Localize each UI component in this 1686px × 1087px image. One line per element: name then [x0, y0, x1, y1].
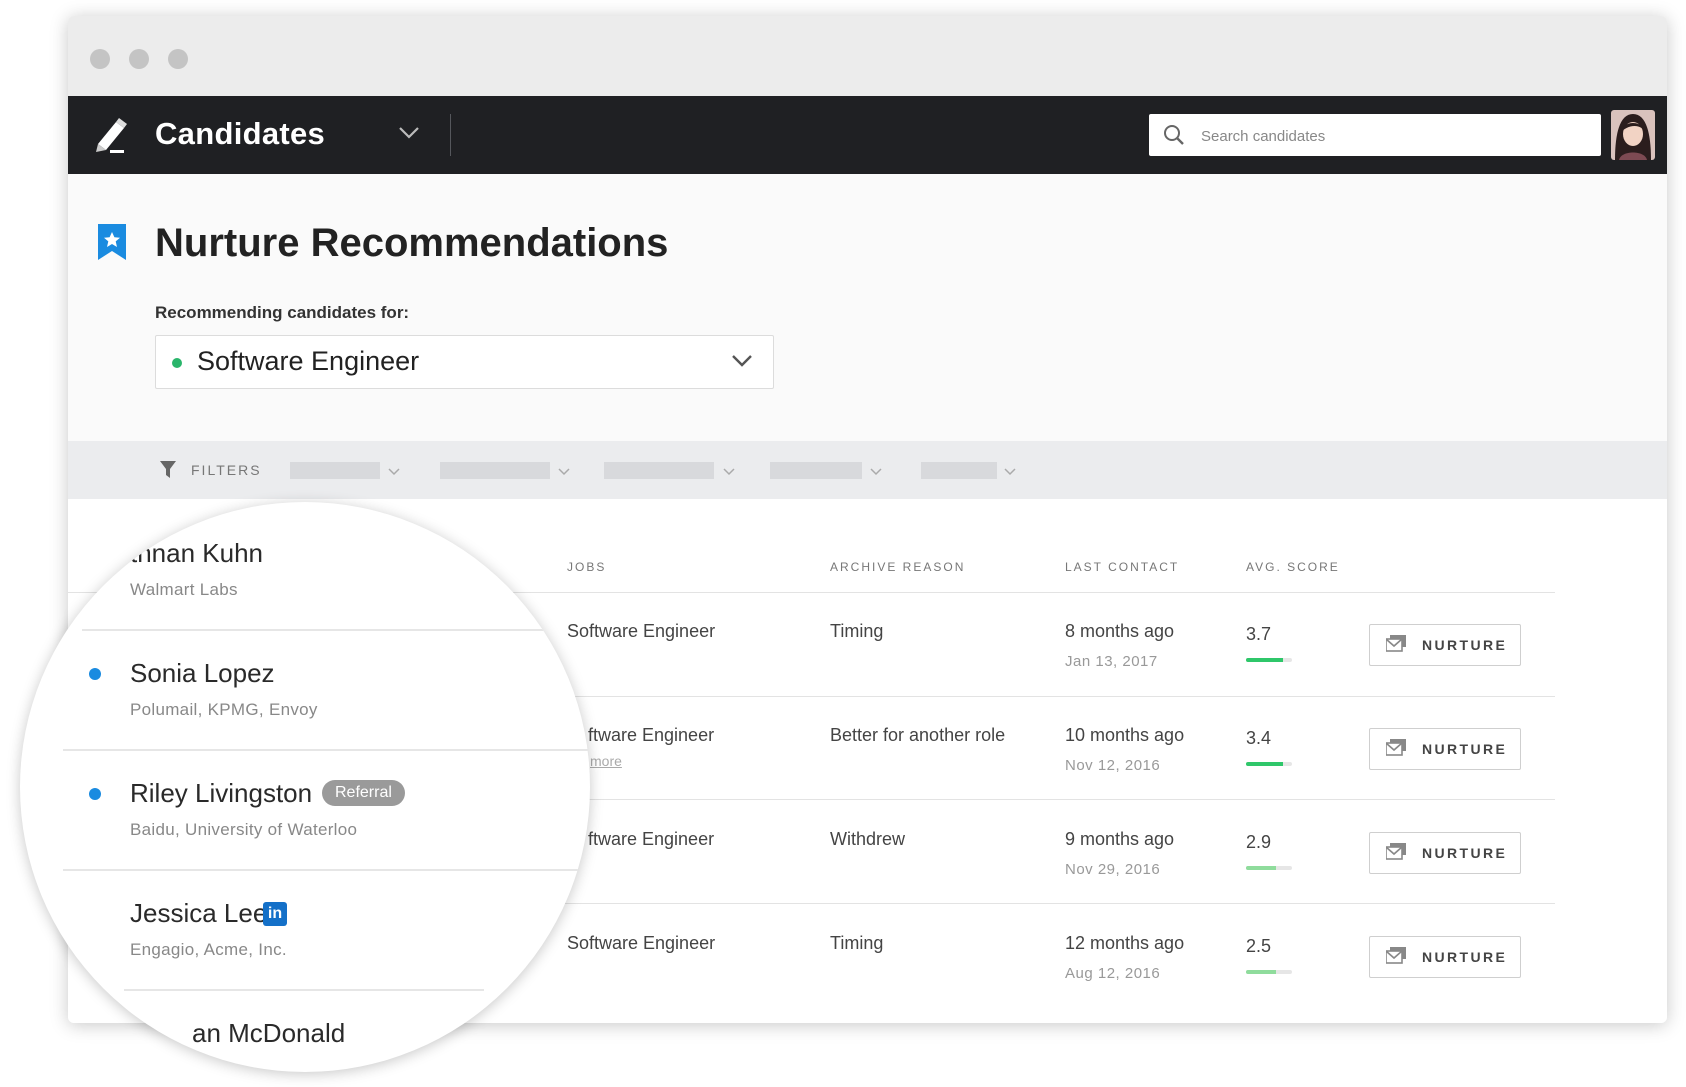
- row-last-contact: 10 months ago: [1065, 725, 1185, 745]
- nav-divider: [450, 114, 451, 156]
- chevron-down-icon[interactable]: [388, 463, 400, 481]
- nurture-button-label: NURTURE: [1422, 949, 1508, 965]
- candidate-company: Engagio, Acme, Inc.: [130, 940, 287, 959]
- more-link[interactable]: more: [590, 753, 622, 769]
- row-score: 3.7: [1246, 624, 1272, 644]
- row-contact-date: Nov 29, 2016: [1065, 861, 1161, 878]
- new-candidate-dot: [89, 668, 101, 680]
- search-icon: [1163, 124, 1185, 151]
- envelope-icon: [1385, 947, 1408, 970]
- nurture-button[interactable]: NURTURE: [1369, 832, 1521, 874]
- candidate-name[interactable]: Sonia Lopez: [130, 658, 275, 689]
- row-archive-reason: Better for another role: [830, 725, 1006, 745]
- envelope-icon: [1385, 739, 1408, 762]
- score-bar: [1246, 658, 1292, 662]
- candidate-name[interactable]: Riley Livingston: [130, 778, 312, 809]
- column-header-archive-reason[interactable]: ARCHIVE REASON: [830, 560, 965, 574]
- row-contact-date: Jan 13, 2017: [1065, 653, 1158, 670]
- nurture-button[interactable]: NURTURE: [1369, 624, 1521, 666]
- row-job[interactable]: Software Engineer: [567, 933, 715, 954]
- window-close-button[interactable]: [90, 49, 110, 69]
- filter-dropdown-5[interactable]: [921, 462, 997, 479]
- funnel-icon[interactable]: [160, 461, 176, 484]
- job-status-dot: [172, 358, 182, 368]
- window-maximize-button[interactable]: [168, 49, 188, 69]
- row-score: 3.4: [1246, 728, 1272, 748]
- column-header-jobs[interactable]: JOBS: [567, 560, 606, 574]
- search-box[interactable]: [1149, 114, 1601, 158]
- chevron-down-icon[interactable]: [723, 463, 735, 481]
- list-divider: [63, 749, 590, 751]
- row-job[interactable]: ftware Engineer: [588, 725, 714, 746]
- candidate-name[interactable]: thnan Kuhn: [130, 538, 263, 569]
- column-header-last-contact[interactable]: LAST CONTACT: [1065, 560, 1179, 574]
- linkedin-icon[interactable]: in: [263, 902, 287, 926]
- avatar[interactable]: [1611, 110, 1655, 160]
- candidate-name[interactable]: Jessica Lee: [130, 898, 267, 929]
- envelope-icon: [1385, 843, 1408, 866]
- job-select[interactable]: Software Engineer: [155, 335, 774, 389]
- score-bar-fill: [1246, 658, 1283, 662]
- row-archive-reason: Withdrew: [830, 829, 906, 849]
- row-score: 2.5: [1246, 936, 1272, 956]
- bookmark-star-icon: [98, 224, 126, 265]
- score-bar: [1246, 970, 1292, 974]
- nurture-button[interactable]: NURTURE: [1369, 936, 1521, 978]
- chevron-down-icon[interactable]: [1004, 463, 1016, 481]
- score-bar-fill: [1246, 970, 1276, 974]
- recommending-label: Recommending candidates for:: [155, 303, 410, 322]
- row-archive-reason: Timing: [830, 933, 884, 953]
- nurture-button-label: NURTURE: [1422, 741, 1508, 757]
- window-titlebar: [68, 16, 1667, 96]
- row-last-contact: 9 months ago: [1065, 829, 1175, 849]
- filter-dropdown-3[interactable]: [604, 462, 714, 479]
- window-minimize-button[interactable]: [129, 49, 149, 69]
- nurture-button-label: NURTURE: [1422, 845, 1508, 861]
- candidate-company: Baidu, University of Waterloo: [130, 820, 358, 839]
- top-navbar: Candidates: [68, 96, 1667, 174]
- candidate-name[interactable]: an McDonald: [192, 1018, 345, 1049]
- app-title[interactable]: Candidates: [155, 116, 325, 152]
- filter-bar: FILTERS: [68, 441, 1667, 499]
- row-last-contact: 8 months ago: [1065, 621, 1175, 641]
- score-bar: [1246, 762, 1292, 766]
- job-select-value: Software Engineer: [197, 346, 420, 376]
- score-bar: [1246, 866, 1292, 870]
- chevron-down-icon[interactable]: [558, 463, 570, 481]
- search-input[interactable]: [1199, 114, 1593, 158]
- filter-dropdown-4[interactable]: [770, 462, 862, 479]
- column-header-avg-score[interactable]: AVG. SCORE: [1246, 560, 1340, 574]
- referral-badge: Referral: [322, 780, 405, 806]
- list-divider: [124, 989, 484, 991]
- filter-dropdown-2[interactable]: [440, 462, 550, 479]
- page-title: Nurture Recommendations: [155, 221, 669, 265]
- chevron-down-icon[interactable]: [398, 126, 420, 145]
- row-contact-date: Aug 12, 2016: [1065, 965, 1161, 982]
- pen-logo-icon[interactable]: [92, 114, 130, 159]
- envelope-icon: [1385, 635, 1408, 658]
- row-job[interactable]: Software Engineer: [567, 621, 715, 642]
- filter-dropdown-1[interactable]: [290, 462, 380, 479]
- row-contact-date: Nov 12, 2016: [1065, 757, 1161, 774]
- row-score: 2.9: [1246, 832, 1272, 852]
- score-bar-fill: [1246, 762, 1283, 766]
- candidate-list-magnifier: thnan Kuhn Walmart Labs Sonia Lopez Polu…: [20, 502, 590, 1072]
- list-divider: [82, 629, 548, 631]
- score-bar-fill: [1246, 866, 1276, 870]
- chevron-down-icon[interactable]: [870, 463, 882, 481]
- candidate-company: Polumail, KPMG, Envoy: [130, 700, 318, 719]
- nurture-button[interactable]: NURTURE: [1369, 728, 1521, 770]
- row-last-contact: 12 months ago: [1065, 933, 1185, 953]
- chevron-down-icon: [731, 354, 753, 373]
- nurture-button-label: NURTURE: [1422, 637, 1508, 653]
- row-job[interactable]: ftware Engineer: [588, 829, 714, 850]
- row-archive-reason: Timing: [830, 621, 884, 641]
- filters-label[interactable]: FILTERS: [191, 462, 262, 478]
- list-divider: [63, 869, 583, 871]
- candidate-company: Walmart Labs: [130, 580, 238, 599]
- new-candidate-dot: [89, 788, 101, 800]
